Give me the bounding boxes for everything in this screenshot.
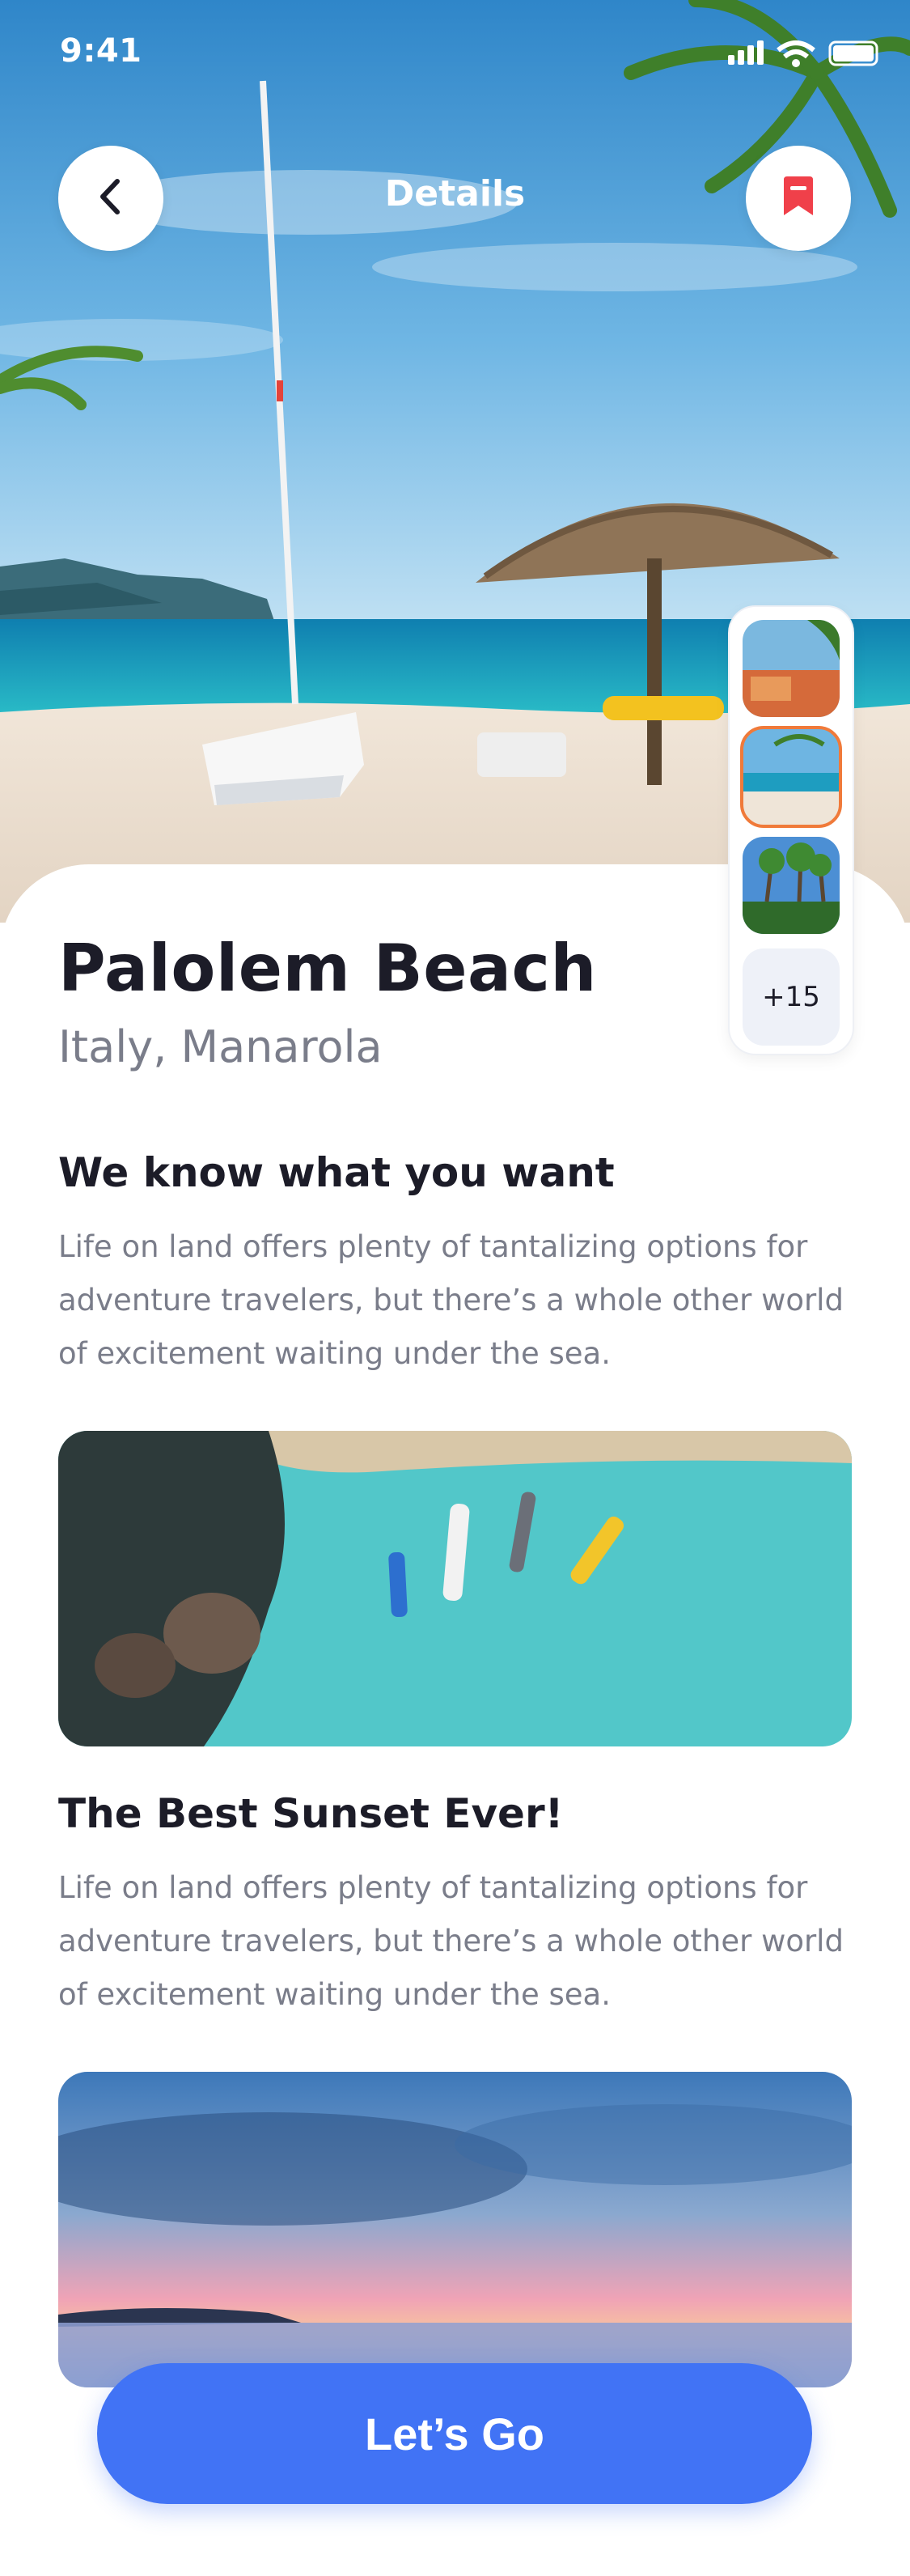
lets-go-button[interactable]: Let’s Go	[97, 2363, 812, 2504]
gallery-thumb[interactable]	[743, 837, 840, 934]
photo-gallery: +15	[728, 605, 854, 1055]
section-body: Life on land offers plenty of tantalizin…	[58, 1870, 844, 2012]
section-heading: We know what you want	[58, 1149, 615, 1196]
boats-aerial-photo	[58, 1431, 852, 1746]
gallery-thumb[interactable]	[743, 620, 840, 717]
gallery-more-button[interactable]: +15	[743, 948, 840, 1046]
place-location: Italy, Manarola	[58, 1021, 383, 1072]
status-bar: 9:41	[0, 0, 910, 105]
gallery-thumb-selected[interactable]	[740, 726, 842, 828]
sunset-photo	[58, 2072, 852, 2387]
bookmark-icon	[781, 176, 816, 220]
section-body: Life on land offers plenty of tantalizin…	[58, 1229, 844, 1371]
section-heading: The Best Sunset Ever!	[58, 1790, 564, 1837]
status-time: 9:41	[60, 32, 142, 70]
bookmark-button[interactable]	[746, 146, 851, 251]
place-name: Palolem Beach	[58, 931, 597, 1006]
